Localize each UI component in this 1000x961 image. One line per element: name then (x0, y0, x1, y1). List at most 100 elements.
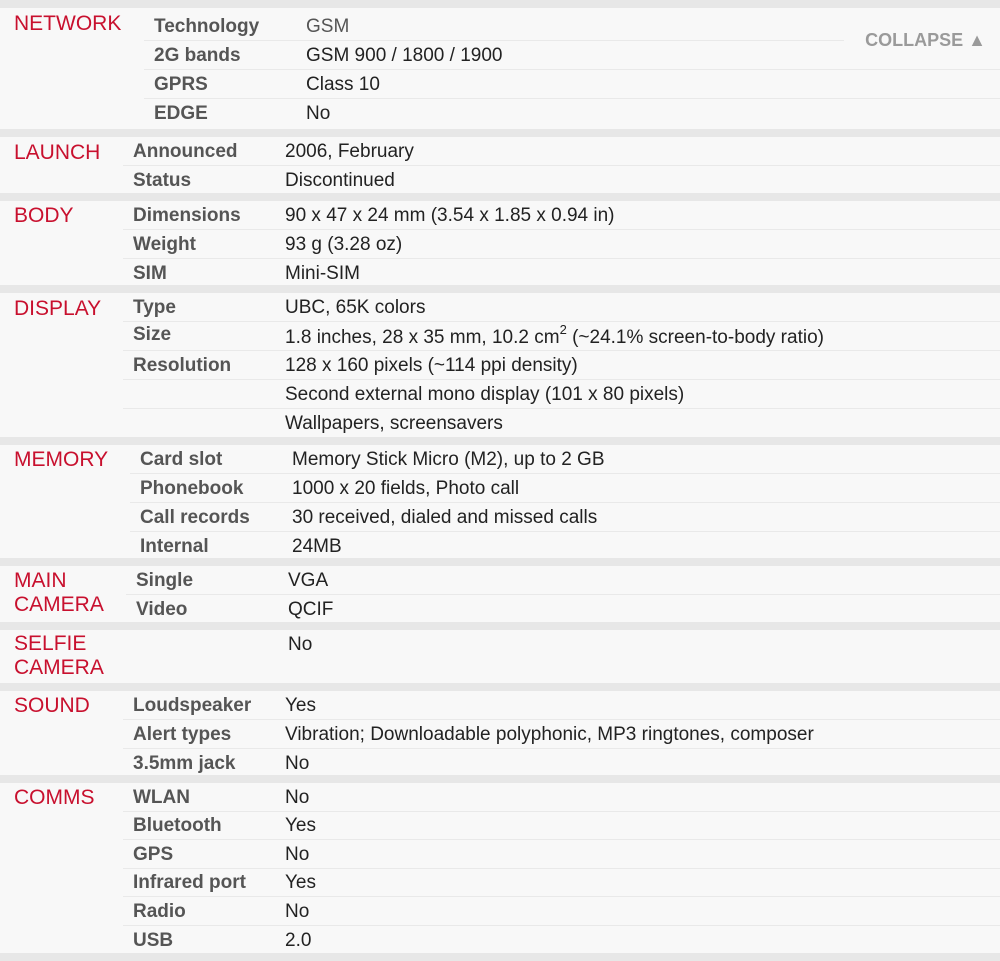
spec-row: Phonebook 1000 x 20 fields, Photo call (130, 474, 1000, 503)
spec-row: Single VGA (126, 566, 1000, 595)
spec-value: No (288, 634, 313, 655)
spec-row: Size 1.8 inches, 28 x 35 mm, 10.2 cm2 (~… (123, 322, 1000, 351)
spec-value: GSM 900 / 1800 / 1900 (306, 45, 503, 66)
spec-value: Vibration; Downloadable polyphonic, MP3 … (285, 724, 814, 745)
spec-value: 128 x 160 pixels (~114 ppi density) (285, 355, 578, 376)
spec-row: Resolution 128 x 160 pixels (~114 ppi de… (123, 351, 1000, 380)
section-title-display: DISPLAY (14, 297, 102, 320)
spec-label: WLAN (133, 787, 190, 808)
section-title-line: CAMERA (14, 656, 104, 679)
spec-value: Wallpapers, screensavers (285, 413, 503, 434)
spec-row: Radio No (123, 897, 1000, 926)
section-title-launch: LAUNCH (14, 141, 101, 164)
spec-label: Call records (140, 507, 250, 528)
section-divider (0, 437, 1000, 445)
section-divider (0, 683, 1000, 691)
spec-label: Type (133, 297, 176, 318)
spec-row: WLAN No (123, 783, 1000, 812)
spec-row: GPS No (123, 840, 1000, 869)
spec-row: Dimensions 90 x 47 x 24 mm (3.54 x 1.85 … (123, 201, 1000, 230)
spec-row: 3.5mm jack No (123, 749, 1000, 778)
spec-section-display: DISPLAY Type UBC, 65K colors Size 1.8 in… (0, 293, 1000, 437)
spec-value: UBC, 65K colors (285, 297, 426, 318)
spec-value: 2006, February (285, 141, 414, 162)
spec-row: Technology GSM (144, 12, 844, 41)
spec-label: Size (133, 324, 172, 345)
spec-label: USB (133, 930, 174, 951)
spec-section-main-camera: MAIN CAMERA Single VGA Video QCIF (0, 566, 1000, 622)
spec-label: Bluetooth (133, 815, 222, 836)
section-title-comms: COMMS (14, 786, 95, 809)
spec-section-network: NETWORK COLLAPSE ▲ Technology GSM 2G ban… (0, 10, 1000, 128)
spec-value: Mini-SIM (285, 263, 360, 284)
spec-row: Loudspeaker Yes (123, 691, 1000, 720)
spec-row: Infrared port Yes (123, 868, 1000, 897)
spec-label: Dimensions (133, 205, 241, 226)
spec-label: 2G bands (154, 45, 241, 66)
spec-value: Yes (285, 815, 316, 836)
spec-row: Weight 93 g (3.28 oz) (123, 230, 1000, 259)
spec-section-launch: LAUNCH Announced 2006, February Status D… (0, 137, 1000, 193)
section-title-line: CAMERA (14, 593, 104, 616)
spec-value: Memory Stick Micro (M2), up to 2 GB (292, 449, 605, 470)
spec-value: 24MB (292, 536, 342, 557)
spec-label: Technology (154, 16, 260, 37)
spec-value: No (285, 787, 310, 808)
spec-row: Card slot Memory Stick Micro (M2), up to… (130, 445, 1000, 474)
spec-value: No (306, 103, 331, 124)
spec-label: Weight (133, 234, 196, 255)
spec-value-part: 1.8 inches, 28 x 35 mm, 10.2 cm (285, 327, 560, 348)
spec-value: No (285, 844, 310, 865)
spec-label: Single (136, 570, 194, 591)
spec-label: Announced (133, 141, 238, 162)
spec-row: Wallpapers, screensavers (123, 409, 1000, 438)
section-title-line: MAIN (14, 569, 67, 592)
superscript: 2 (559, 321, 567, 337)
spec-value: 2.0 (285, 930, 312, 951)
section-title-line: SELFIE (14, 632, 87, 655)
spec-label: EDGE (154, 103, 208, 124)
spec-row: GPRS Class 10 (144, 70, 1000, 99)
spec-value: QCIF (288, 599, 334, 620)
spec-value: VGA (288, 570, 329, 591)
spec-row: Video QCIF (126, 595, 1000, 624)
section-title-body: BODY (14, 204, 74, 227)
spec-label: Infrared port (133, 872, 246, 893)
spec-row: Call records 30 received, dialed and mis… (130, 503, 1000, 532)
section-title-sound: SOUND (14, 694, 90, 717)
section-title-memory: MEMORY (14, 448, 109, 471)
spec-row: SIM Mini-SIM (123, 259, 1000, 288)
spec-label: Resolution (133, 355, 232, 376)
spec-section-selfie-camera: SELFIE CAMERA No (0, 630, 1000, 683)
spec-section-body: BODY Dimensions 90 x 47 x 24 mm (3.54 x … (0, 201, 1000, 285)
spec-value: No (285, 753, 310, 774)
spec-value: GSM (306, 16, 350, 37)
spec-value: 90 x 47 x 24 mm (3.54 x 1.85 x 0.94 in) (285, 205, 615, 226)
spec-label: Internal (140, 536, 209, 557)
spec-value-part: (~24.1% screen-to-body ratio) (566, 327, 824, 348)
section-title-main-camera: MAIN CAMERA (14, 569, 104, 617)
section-title-network: NETWORK (14, 12, 122, 35)
spec-row: EDGE No (144, 99, 1000, 128)
spec-section-sound: SOUND Loudspeaker Yes Alert types Vibrat… (0, 691, 1000, 775)
spec-value: 93 g (3.28 oz) (285, 234, 403, 255)
spec-row: No (126, 630, 1000, 659)
spec-value: Class 10 (306, 74, 380, 95)
spec-section-memory: MEMORY Card slot Memory Stick Micro (M2)… (0, 445, 1000, 558)
spec-value: Discontinued (285, 170, 395, 191)
spec-row: Announced 2006, February (123, 137, 1000, 166)
spec-row: Status Discontinued (123, 166, 1000, 195)
spec-label: 3.5mm jack (133, 753, 236, 774)
spec-label: Video (136, 599, 188, 620)
section-divider (0, 0, 1000, 8)
spec-label: Alert types (133, 724, 232, 745)
spec-label: Status (133, 170, 192, 191)
spec-label: Card slot (140, 449, 223, 470)
spec-value: Second external mono display (101 x 80 p… (285, 384, 685, 405)
spec-row: Second external mono display (101 x 80 p… (123, 380, 1000, 409)
spec-value: Yes (285, 695, 316, 716)
spec-row: Bluetooth Yes (123, 811, 1000, 840)
spec-value: No (285, 901, 310, 922)
spec-section-comms: COMMS WLAN No Bluetooth Yes GPS No Infra… (0, 783, 1000, 953)
spec-row: USB 2.0 (123, 926, 1000, 955)
